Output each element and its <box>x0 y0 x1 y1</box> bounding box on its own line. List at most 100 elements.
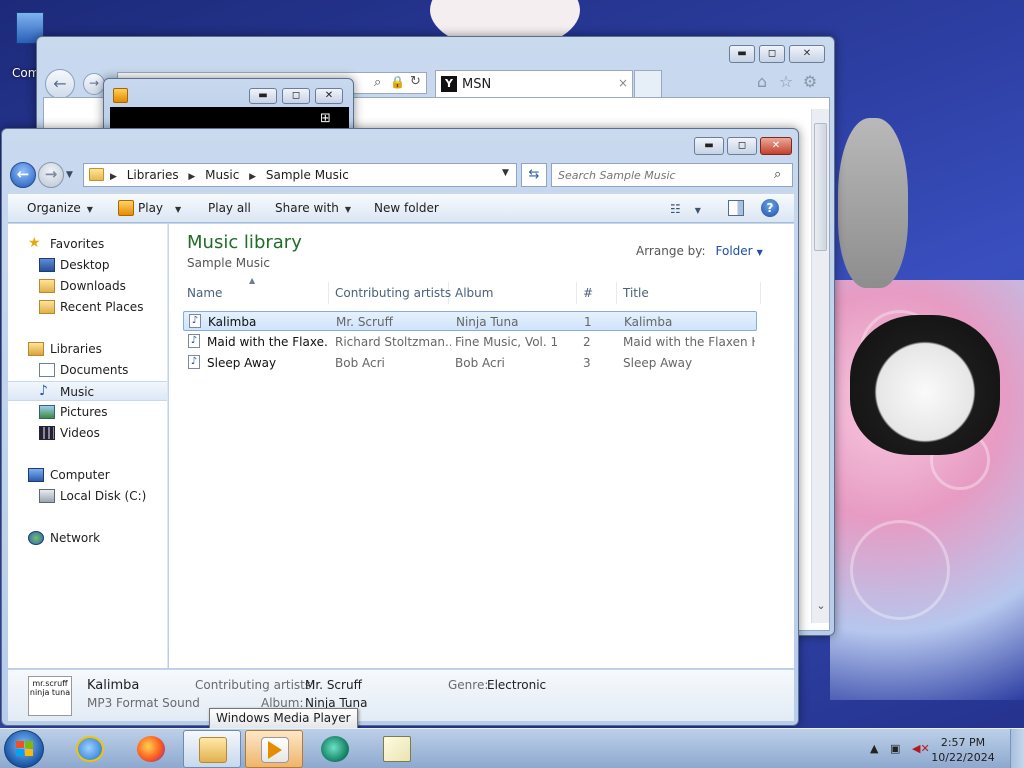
maximize-button[interactable]: ◻ <box>282 88 310 104</box>
downloads-folder-icon <box>39 279 55 293</box>
organize-label: Organize <box>27 201 81 215</box>
tab-close-icon[interactable]: × <box>618 76 628 90</box>
taskbar-internet-explorer[interactable] <box>61 730 119 768</box>
explorer-window[interactable]: ▬ ◻ ✕ ← → ▼ ▶ Libraries ▶ Music ▶ Sample… <box>1 128 799 726</box>
minimize-button[interactable]: ▬ <box>249 88 277 104</box>
music-note-icon: ♪ <box>39 383 48 399</box>
breadcrumb-separator-icon: ▶ <box>249 172 257 182</box>
pictures-icon <box>39 405 55 419</box>
refresh-button[interactable]: ⇆ <box>521 163 547 187</box>
maximize-button[interactable]: ◻ <box>727 137 757 155</box>
taskbar-firefox[interactable] <box>122 730 180 768</box>
preview-pane-icon[interactable] <box>728 200 744 216</box>
firefox-icon <box>137 736 165 762</box>
play-button[interactable]: Play ▼ <box>138 201 181 215</box>
breadcrumb-sample-music[interactable]: Sample Music <box>266 168 349 182</box>
taskbar-media-center[interactable] <box>306 730 364 768</box>
system-tray: ▲ ▣ ◀✕ 2:57 PM 10/22/2024 <box>860 729 1024 768</box>
vertical-scrollbar[interactable]: ⌄ <box>811 109 829 623</box>
show-hidden-icons-icon[interactable]: ▲ <box>870 742 878 755</box>
column-header-album[interactable]: Album <box>449 282 577 304</box>
new-tab-button[interactable] <box>634 70 662 97</box>
cell-name: Sleep Away <box>207 356 277 370</box>
switch-to-library-icon[interactable]: ⊞ <box>320 111 331 126</box>
breadcrumb-libraries[interactable]: Libraries <box>127 168 179 182</box>
change-view-button[interactable]: ☷ ▼ <box>670 202 701 216</box>
taskbar-windows-explorer[interactable] <box>183 730 241 768</box>
arrange-by-dropdown[interactable]: Folder <box>716 244 753 258</box>
nav-item-network[interactable]: Network <box>8 528 167 548</box>
breadcrumb-music[interactable]: Music <box>205 168 239 182</box>
forward-button[interactable]: → <box>83 73 105 95</box>
details-genre-value[interactable]: Electronic <box>487 678 546 692</box>
show-desktop-button[interactable] <box>1010 729 1024 768</box>
tab-msn[interactable]: Y MSN × <box>435 70 633 97</box>
search-icon[interactable]: ⌕ <box>374 75 381 90</box>
organize-button[interactable]: Organize ▼ <box>27 201 93 215</box>
taskbar-notepad-chart[interactable] <box>368 730 426 768</box>
home-icon[interactable]: ⌂ <box>753 73 771 91</box>
nav-item-documents[interactable]: Documents <box>8 360 167 380</box>
details-artists-value[interactable]: Mr. Scruff <box>305 678 362 692</box>
column-header-contributing-artists[interactable]: Contributing artists <box>329 282 451 304</box>
nav-label: Favorites <box>50 237 105 251</box>
minimize-button[interactable]: ▬ <box>729 45 755 63</box>
music-file-icon: ♪ <box>188 334 200 348</box>
cell-title: Kalimba <box>624 315 673 329</box>
chevron-down-icon: ▼ <box>86 205 93 214</box>
clock[interactable]: 2:57 PM 10/22/2024 <box>928 735 998 765</box>
nav-item-recent-places[interactable]: Recent Places <box>8 297 167 317</box>
nav-item-local-disk[interactable]: Local Disk (C:) <box>8 486 167 506</box>
nav-item-pictures[interactable]: Pictures <box>8 402 167 422</box>
forward-button[interactable]: → <box>38 162 64 188</box>
chevron-down-icon: ▼ <box>344 205 352 214</box>
cell-title: Sleep Away <box>623 356 693 370</box>
new-folder-button[interactable]: New folder <box>374 201 439 215</box>
libraries-icon <box>28 342 44 356</box>
close-button[interactable]: ✕ <box>789 45 825 63</box>
play-all-button[interactable]: Play all <box>208 201 251 215</box>
nav-item-downloads[interactable]: Downloads <box>8 276 167 296</box>
minimize-button[interactable]: ▬ <box>694 137 724 155</box>
nav-item-libraries[interactable]: Libraries <box>8 339 167 359</box>
recent-pages-chevron-icon[interactable]: ▼ <box>66 170 73 180</box>
desktop-icon <box>39 258 55 272</box>
taskbar: ▲ ▣ ◀✕ 2:57 PM 10/22/2024 <box>0 728 1024 768</box>
column-header-name[interactable]: Name <box>181 282 329 304</box>
table-row[interactable]: ♪ Maid with the Flaxe... Richard Stoltzm… <box>183 332 757 352</box>
address-dropdown-icon[interactable]: ▼ <box>502 168 509 178</box>
search-icon[interactable]: ⌕ <box>774 167 781 182</box>
start-button[interactable] <box>4 730 44 768</box>
share-with-button[interactable]: Share with ▼ <box>275 201 351 215</box>
details-file-type: MP3 Format Sound <box>87 696 200 710</box>
back-button[interactable]: ← <box>45 69 75 99</box>
scroll-down-icon[interactable]: ⌄ <box>814 599 828 613</box>
address-bar[interactable]: ▶ Libraries ▶ Music ▶ Sample Music ▼ <box>83 163 517 187</box>
share-with-label: Share with <box>275 201 339 215</box>
star-icon[interactable]: ☆ <box>777 73 795 91</box>
back-button[interactable]: ← <box>10 162 36 188</box>
gear-icon[interactable]: ⚙ <box>801 73 819 91</box>
chevron-down-icon[interactable]: ▼ <box>757 248 763 257</box>
close-button[interactable]: ✕ <box>315 88 343 104</box>
nav-item-computer[interactable]: Computer <box>8 465 167 485</box>
nav-item-desktop[interactable]: Desktop <box>8 255 167 275</box>
table-row[interactable]: ♪ Kalimba Mr. Scruff Ninja Tuna 1 Kalimb… <box>183 311 757 331</box>
music-file-icon: ♪ <box>188 355 200 369</box>
lock-icon[interactable]: 🔒 <box>390 75 405 89</box>
column-header-number[interactable]: # <box>577 282 617 304</box>
nav-item-favorites[interactable]: ★ Favorites <box>8 234 167 254</box>
help-icon[interactable]: ? <box>761 199 779 217</box>
nav-item-music[interactable]: ♪ Music <box>8 381 167 401</box>
table-row[interactable]: ♪ Sleep Away Bob Acri Bob Acri 3 Sleep A… <box>183 353 757 373</box>
close-button[interactable]: ✕ <box>760 137 792 155</box>
search-input[interactable] <box>558 167 768 183</box>
scrollbar-thumb[interactable] <box>814 123 827 251</box>
nav-item-videos[interactable]: Videos <box>8 423 167 443</box>
refresh-icon[interactable]: ↻ <box>410 74 421 89</box>
column-header-title[interactable]: Title <box>617 282 761 304</box>
search-box[interactable]: ⌕ <box>551 163 793 187</box>
taskbar-windows-media-player[interactable] <box>245 730 303 768</box>
network-status-icon[interactable]: ▣ <box>890 742 900 755</box>
maximize-button[interactable]: ◻ <box>759 45 785 63</box>
